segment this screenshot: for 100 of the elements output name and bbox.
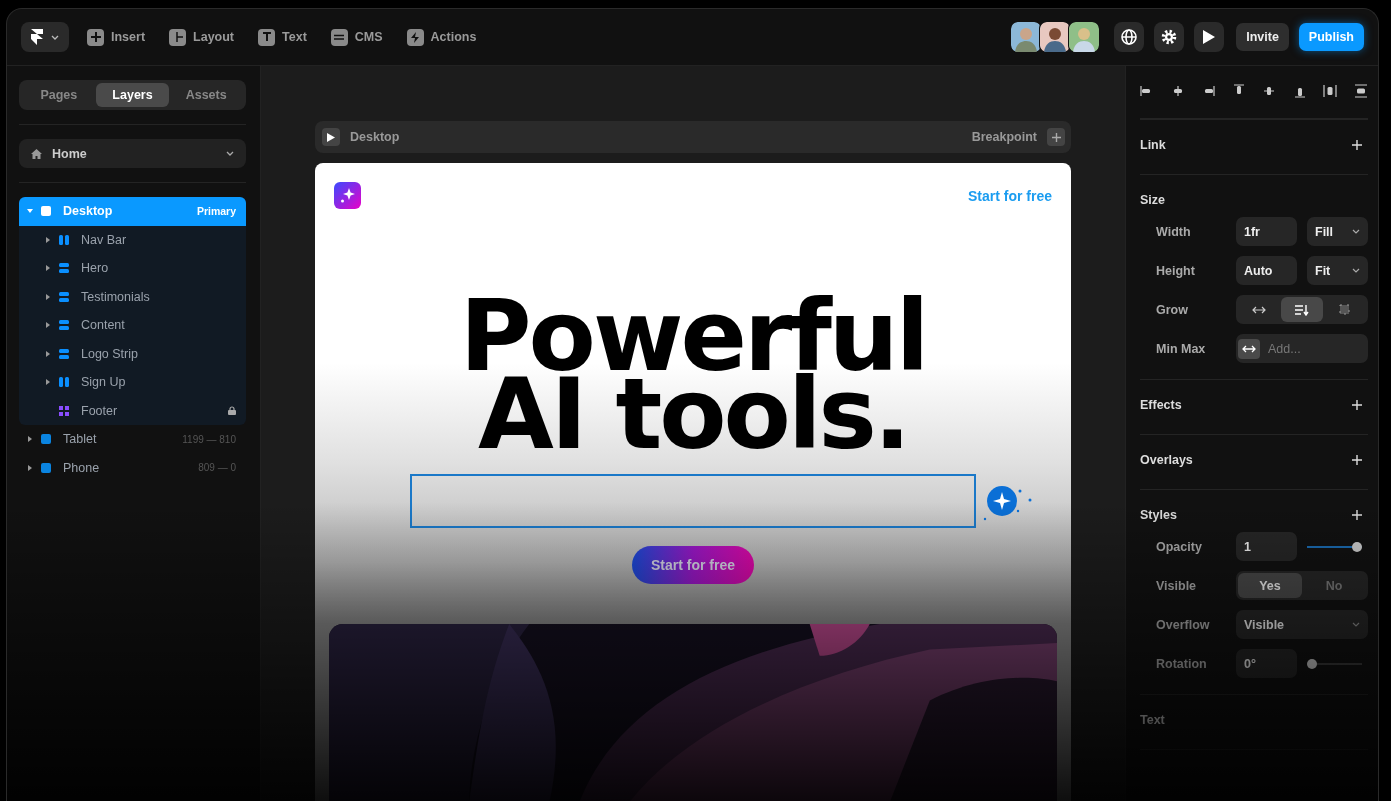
- columns-icon: [59, 377, 69, 388]
- layer-row[interactable]: Phone 809 — 0: [19, 453, 246, 482]
- align-icon[interactable]: [1323, 84, 1338, 98]
- settings-icon: [1161, 29, 1178, 45]
- panel-tab[interactable]: Pages: [22, 83, 96, 107]
- toggle-option[interactable]: Yes: [1238, 573, 1302, 598]
- play-icon: [1202, 29, 1217, 45]
- add-button[interactable]: [1047, 128, 1065, 146]
- caret-icon[interactable]: [27, 464, 33, 471]
- plus-icon: [87, 28, 104, 46]
- layer-name: Logo Strip: [81, 346, 138, 361]
- section-title: Text: [1140, 713, 1165, 727]
- panel-tab[interactable]: Assets: [169, 83, 243, 107]
- property-label: Overflow: [1155, 617, 1211, 632]
- width-arrows-icon: [1252, 305, 1267, 314]
- chevron-icon: [1352, 268, 1360, 273]
- layer-name: Sign Up: [81, 375, 126, 390]
- play-button[interactable]: [322, 128, 340, 146]
- start-button[interactable]: Start for free: [632, 545, 754, 584]
- page-select[interactable]: Home: [19, 139, 246, 168]
- rows-icon: [59, 348, 69, 359]
- columns-icon: [59, 234, 69, 245]
- property-label: Rotation: [1155, 656, 1208, 671]
- align-icon[interactable]: [1262, 84, 1277, 98]
- logo-icon: [31, 29, 43, 45]
- text-icon: [258, 28, 276, 46]
- wrap-down-icon: [1294, 303, 1310, 316]
- segment-button[interactable]: [1280, 297, 1324, 322]
- slider-thumb[interactable]: [1307, 658, 1317, 669]
- fixed-size-icon: [1339, 304, 1351, 315]
- slider-track[interactable]: [1307, 541, 1362, 552]
- select-field[interactable]: Fit: [1307, 256, 1368, 285]
- section-title: Link: [1140, 138, 1166, 152]
- grid-icon: [59, 405, 69, 416]
- slider-thumb[interactable]: [1352, 541, 1362, 552]
- plus-icon: [1051, 132, 1061, 142]
- logo-menu-button[interactable]: [21, 22, 69, 52]
- caret-icon[interactable]: [45, 379, 51, 386]
- frame-icon: [41, 462, 51, 473]
- property-label: Opacity: [1155, 539, 1203, 554]
- value-field[interactable]: 0°: [1236, 649, 1297, 678]
- section-title: Overlays: [1140, 453, 1193, 467]
- add-icon[interactable]: [1352, 140, 1362, 150]
- toolbar-button[interactable]: Actions: [400, 28, 483, 46]
- database-icon: [330, 28, 348, 46]
- layer-name: Phone: [63, 460, 100, 475]
- preview-button[interactable]: [1194, 22, 1225, 52]
- rows-icon: [59, 291, 69, 302]
- caret-icon[interactable]: [45, 350, 51, 357]
- layer-row[interactable]: Logo Strip: [19, 339, 246, 368]
- toolbar-button[interactable]: Layout: [163, 28, 241, 46]
- layer-row[interactable]: Nav Bar: [19, 225, 246, 254]
- caret-icon[interactable]: [27, 208, 33, 215]
- property-label: Width: [1155, 224, 1192, 239]
- layer-row[interactable]: Content: [19, 311, 246, 340]
- caret-icon[interactable]: [45, 322, 51, 329]
- frame-title: Desktop: [350, 130, 400, 144]
- add-icon[interactable]: [1352, 455, 1362, 465]
- rows-icon: [59, 263, 69, 274]
- value-field[interactable]: Auto: [1236, 256, 1297, 285]
- layer-row[interactable]: Sign Up: [19, 368, 246, 397]
- value-field[interactable]: 1fr: [1236, 217, 1297, 246]
- add-icon[interactable]: [1352, 400, 1362, 410]
- select-field[interactable]: Fill: [1307, 217, 1368, 246]
- frame-icon: [41, 206, 51, 217]
- caret-icon[interactable]: [27, 436, 33, 443]
- add-icon[interactable]: [1352, 510, 1362, 520]
- select-field[interactable]: Visible: [1236, 610, 1368, 639]
- settings-button[interactable]: [1154, 22, 1185, 52]
- width-arrows-icon: [1238, 338, 1260, 359]
- input-field[interactable]: [410, 473, 976, 528]
- chevron-icon: [1352, 229, 1360, 234]
- layer-row[interactable]: Tablet 1199 — 810: [19, 425, 246, 454]
- toolbar-button[interactable]: Text: [252, 28, 313, 46]
- layer-row[interactable]: Testimonials: [19, 282, 246, 311]
- sparkle-logo-icon: [334, 182, 361, 209]
- panel-tab[interactable]: Layers: [95, 83, 170, 107]
- home-icon: [31, 148, 42, 159]
- caret-icon[interactable]: [45, 293, 51, 300]
- slider-track[interactable]: [1307, 658, 1362, 669]
- chevron-icon: [226, 151, 234, 156]
- invite-button[interactable]: Invite: [1236, 23, 1289, 51]
- section-title: Size: [1140, 193, 1165, 207]
- layer-row[interactable]: Footer: [19, 396, 246, 425]
- breakpoint-label: Breakpoint: [971, 130, 1037, 144]
- value-field[interactable]: 1: [1236, 532, 1297, 561]
- caret-icon[interactable]: [45, 236, 51, 243]
- layer-name: Footer: [81, 403, 118, 418]
- align-icon[interactable]: [1353, 84, 1368, 98]
- caret-icon[interactable]: [45, 265, 51, 272]
- globe-button[interactable]: [1114, 22, 1145, 52]
- frame-icon: [41, 434, 51, 445]
- layer-row[interactable]: Hero: [19, 254, 246, 283]
- layer-name: Content: [81, 318, 125, 333]
- property-label: Height: [1155, 263, 1196, 278]
- size-label: 809 — 0: [198, 462, 236, 474]
- toolbar-button[interactable]: Insert: [81, 28, 152, 46]
- property-label: Grow: [1155, 302, 1189, 317]
- hero-heading: Powerful AI tools.: [458, 297, 928, 454]
- toolbar-button[interactable]: CMS: [324, 28, 389, 46]
